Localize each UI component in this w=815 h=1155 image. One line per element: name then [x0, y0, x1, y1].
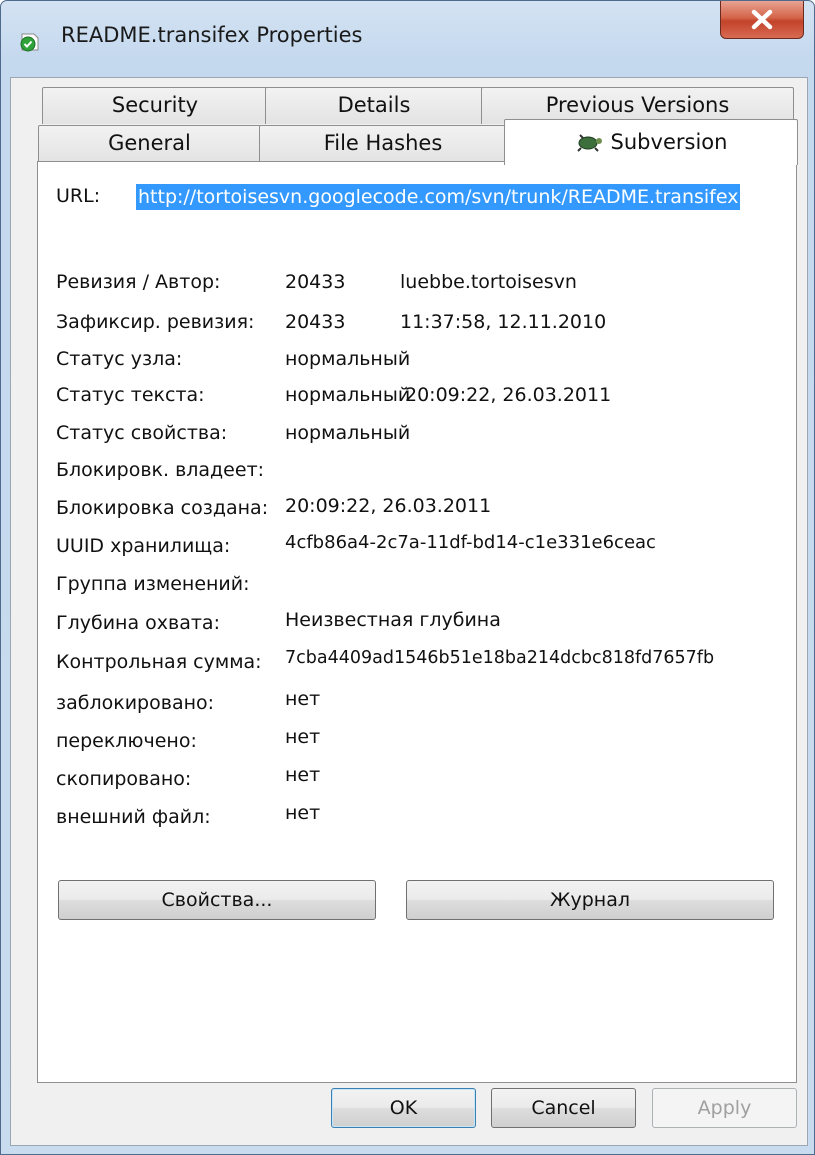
subversion-panel: URL: http://tortoisesvn.googlecode.com/s… [37, 161, 797, 1083]
prop-label-property-status: Статус свойства: [56, 422, 228, 444]
prop-value-checksum: 7cba4409ad1546b51e18ba214dcbc818fd7657fb [285, 648, 715, 668]
prop-value-node-status: нормальный [285, 348, 411, 370]
prop-label-lock-created: Блокировка создана: [56, 497, 269, 519]
url-value[interactable]: http://tortoisesvn.googlecode.com/svn/tr… [136, 184, 741, 210]
close-button[interactable] [720, 1, 804, 39]
prop-label-copied: скопировано: [56, 768, 192, 790]
close-icon [751, 9, 773, 30]
cancel-button[interactable]: Cancel [491, 1088, 636, 1128]
prop-value-external: нет [285, 802, 321, 824]
url-label: URL: [56, 185, 101, 207]
prop-value-commit-date: 11:37:58, 12.11.2010 [400, 311, 607, 333]
prop-value-text-status: нормальный [285, 384, 411, 406]
tab-general[interactable]: General [38, 125, 261, 162]
tortoisesvn-file-icon [20, 33, 39, 52]
prop-label-revision-author: Ревизия / Автор: [56, 271, 221, 293]
window-title: README.transifex Properties [61, 23, 363, 47]
prop-label-node-status: Статус узла: [56, 348, 183, 370]
prop-label-text-status: Статус текста: [56, 384, 205, 406]
prop-value-lock-created: 20:09:22, 26.03.2011 [285, 495, 492, 517]
ok-button[interactable]: OK [331, 1088, 476, 1128]
prop-value-property-status: нормальный [285, 422, 411, 444]
prop-label-repo-uuid: UUID хранилища: [56, 535, 231, 557]
prop-value-repo-uuid: 4cfb86a4-2c7a-11df-bd14-c1e331e6ceac [285, 532, 656, 553]
prop-label-changelist: Группа изменений: [56, 573, 250, 595]
prop-label-committed-revision: Зафиксир. ревизия: [56, 311, 255, 333]
prop-label-switched: переключено: [56, 730, 197, 752]
apply-button[interactable]: Apply [652, 1088, 797, 1128]
log-button[interactable]: Журнал [406, 880, 774, 920]
prop-value-author: luebbe.tortoisesvn [400, 271, 577, 293]
prop-value-text-date: 20:09:22, 26.03.2011 [405, 384, 612, 406]
title-bar[interactable]: README.transifex Properties [1, 1, 814, 77]
prop-value-locked: нет [285, 688, 321, 710]
tortoise-icon [576, 134, 602, 152]
properties-button[interactable]: Свойства... [58, 880, 376, 920]
prop-label-depth: Глубина охвата: [56, 612, 220, 634]
prop-value-committed-revision: 20433 [285, 311, 346, 333]
prop-label-locked: заблокировано: [56, 692, 215, 714]
tab-security[interactable]: Security [42, 87, 268, 124]
prop-value-switched: нет [285, 726, 321, 748]
tab-file-hashes[interactable]: File Hashes [259, 125, 507, 162]
prop-label-lock-owner: Блокировк. владеет: [56, 459, 265, 481]
prop-value-depth: Неизвестная глубина [285, 609, 501, 631]
tab-details[interactable]: Details [265, 87, 483, 124]
tab-subversion[interactable]: Subversion [504, 119, 798, 165]
properties-window: README.transifex Properties Security Det… [0, 0, 815, 1155]
prop-value-copied: нет [285, 764, 321, 786]
prop-label-external: внешний файл: [56, 806, 211, 828]
prop-value-revision: 20433 [285, 271, 346, 293]
prop-label-checksum: Контрольная сумма: [56, 651, 262, 673]
